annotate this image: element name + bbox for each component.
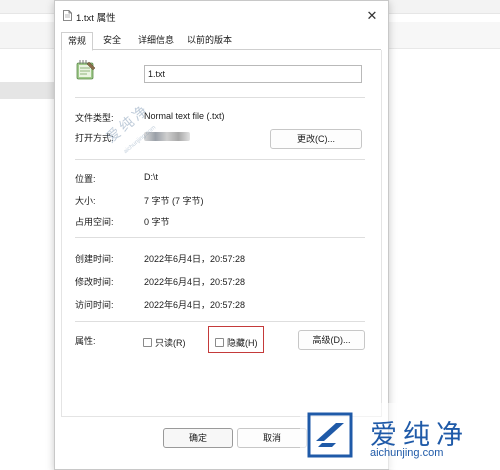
modified-value: 2022年6月4日，20:57:28 — [144, 277, 246, 287]
properties-dialog: 1.txt 属性 ✕ 常规 安全 详细信息 以前的版本 文件类型: Normal… — [54, 0, 389, 470]
readonly-checkbox-box[interactable] — [143, 338, 152, 347]
tab-details[interactable]: 详细信息 — [132, 32, 180, 49]
advanced-button[interactable]: 高级(D)... — [298, 330, 365, 350]
brand-logo-icon — [307, 412, 353, 458]
disk-size-value: 0 字节 — [144, 217, 170, 227]
filename-input[interactable] — [144, 65, 362, 83]
created-value: 2022年6月4日，20:57:28 — [144, 254, 246, 264]
change-button[interactable]: 更改(C)... — [270, 129, 362, 149]
file-type-label: 文件类型: — [75, 113, 114, 123]
ok-button[interactable]: 确定 — [163, 428, 233, 448]
title-bar[interactable]: 1.txt 属性 ✕ — [55, 1, 388, 31]
explorer-address-area — [0, 22, 56, 49]
separator — [75, 97, 365, 98]
dialog-title: 1.txt 属性 — [76, 13, 116, 24]
readonly-checkbox[interactable]: 只读(R) — [143, 336, 186, 349]
tab-security[interactable]: 安全 — [97, 32, 127, 49]
explorer-search-area — [387, 22, 500, 49]
separator — [75, 321, 365, 322]
tab-general[interactable]: 常规 — [61, 32, 94, 51]
attributes-label: 属性: — [75, 336, 96, 346]
cancel-button[interactable]: 取消 — [237, 428, 307, 448]
accessed-label: 访问时间: — [75, 300, 114, 310]
created-label: 创建时间: — [75, 254, 114, 264]
brand-url: aichunjing.com — [370, 447, 444, 459]
tab-previous-versions[interactable]: 以前的版本 — [181, 32, 238, 49]
separator — [75, 159, 365, 160]
brand-watermark: 爱纯净 aichunjing.com — [300, 403, 500, 469]
open-with-app-blurred — [144, 132, 190, 141]
readonly-label: 只读(R) — [155, 338, 186, 348]
location-value: D:\t — [144, 172, 159, 182]
open-with-label: 打开方式: — [75, 133, 114, 143]
notepad-icon — [76, 60, 96, 80]
disk-size-label: 占用空间: — [75, 217, 114, 227]
size-label: 大小: — [75, 196, 96, 206]
size-value: 7 字节 (7 字节) — [144, 196, 204, 206]
hidden-attribute-highlight — [208, 326, 264, 353]
close-icon[interactable]: ✕ — [356, 1, 388, 31]
location-label: 位置: — [75, 174, 96, 184]
accessed-value: 2022年6月4日，20:57:28 — [144, 300, 246, 310]
file-icon — [63, 10, 72, 21]
separator — [75, 237, 365, 238]
explorer-selected-item[interactable] — [0, 82, 56, 99]
modified-label: 修改时间: — [75, 277, 114, 287]
general-panel — [61, 50, 382, 417]
file-type-value: Normal text file (.txt) — [144, 111, 225, 121]
